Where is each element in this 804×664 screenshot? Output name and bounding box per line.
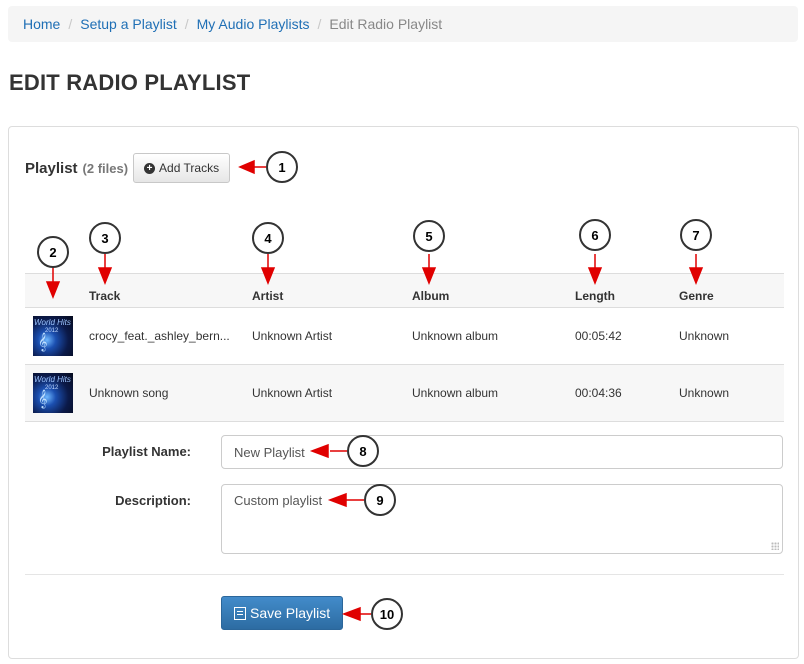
page-title: EDIT RADIO PLAYLIST — [9, 70, 251, 95]
playlist-title: Playlist — [25, 159, 78, 177]
col-track[interactable]: Track — [81, 273, 244, 308]
table-header-row: Track Artist Album Length Genre — [25, 273, 784, 308]
table-row[interactable]: World Hits 2012 𝄞 crocy_feat._ashley_bern.… — [25, 307, 784, 365]
description-label: Description: — [115, 493, 191, 508]
album-art-thumbnail: World Hits 2012 𝄞 — [33, 373, 73, 413]
album-art-thumbnail: World Hits 2012 𝄞 — [33, 316, 73, 356]
col-length[interactable]: Length — [567, 273, 671, 308]
add-tracks-label: Add Tracks — [159, 161, 220, 175]
callout-8: 8 — [347, 435, 379, 467]
breadcrumb-separator: / — [184, 16, 189, 32]
callout-3: 3 — [89, 222, 121, 254]
form-divider — [25, 574, 784, 575]
breadcrumb-home[interactable]: Home — [23, 16, 60, 32]
file-count: (2 files) — [82, 160, 129, 176]
playlist-header: Playlist (2 files) + Add Tracks — [25, 153, 231, 183]
description-textarea[interactable]: Custom playlist — [221, 484, 783, 554]
playlist-name-input[interactable] — [221, 435, 783, 469]
callout-7: 7 — [680, 219, 712, 251]
table-row[interactable]: World Hits 2012 𝄞 Unknown song Unknown Art… — [25, 364, 784, 422]
col-album[interactable]: Album — [404, 273, 567, 308]
add-tracks-button[interactable]: + Add Tracks — [133, 153, 231, 183]
breadcrumb-setup-playlist[interactable]: Setup a Playlist — [80, 16, 177, 32]
playlist-panel: Playlist (2 files) + Add Tracks Track Ar… — [8, 126, 799, 659]
track-genre: Unknown — [671, 307, 784, 365]
description-text: Custom playlist — [234, 493, 323, 508]
resize-handle[interactable] — [771, 542, 779, 550]
track-artist: Unknown Artist — [244, 364, 404, 422]
breadcrumb-current: Edit Radio Playlist — [329, 16, 443, 32]
breadcrumb-separator: / — [68, 16, 73, 32]
col-artist[interactable]: Artist — [244, 273, 404, 308]
callout-1: 1 — [266, 151, 298, 183]
album-art-cell: World Hits 2012 𝄞 — [25, 364, 81, 422]
breadcrumb-my-audio-playlists[interactable]: My Audio Playlists — [197, 16, 310, 32]
plus-circle-icon: + — [144, 162, 156, 174]
track-genre: Unknown — [671, 364, 784, 422]
track-length: 00:04:36 — [567, 364, 671, 422]
col-art — [25, 273, 81, 308]
playlist-name-row: Playlist Name: — [25, 435, 191, 459]
music-note-icon: 𝄞 — [38, 391, 48, 408]
track-album: Unknown album — [404, 307, 567, 365]
track-album: Unknown album — [404, 364, 567, 422]
callout-9: 9 — [364, 484, 396, 516]
save-playlist-button[interactable]: Save Playlist — [221, 596, 344, 630]
track-length: 00:05:42 — [567, 307, 671, 365]
breadcrumb: Home / Setup a Playlist / My Audio Playl… — [8, 6, 798, 42]
callout-2: 2 — [37, 236, 69, 268]
track-artist: Unknown Artist — [244, 307, 404, 365]
callout-10: 10 — [371, 598, 403, 630]
music-note-icon: 𝄞 — [38, 334, 48, 351]
save-playlist-label: Save Playlist — [250, 605, 331, 621]
track-name: Unknown song — [81, 364, 244, 422]
callout-5: 5 — [413, 220, 445, 252]
playlist-name-label: Playlist Name: — [102, 444, 191, 459]
album-art-cell: World Hits 2012 𝄞 — [25, 307, 81, 365]
description-row: Description: — [25, 484, 191, 508]
breadcrumb-separator: / — [317, 16, 322, 32]
tracks-table: Track Artist Album Length Genre World Hi… — [25, 273, 784, 422]
list-icon — [234, 606, 246, 620]
callout-6: 6 — [579, 219, 611, 251]
callout-4: 4 — [252, 222, 284, 254]
track-name: crocy_feat._ashley_bern... — [81, 307, 244, 365]
col-genre[interactable]: Genre — [671, 273, 784, 308]
